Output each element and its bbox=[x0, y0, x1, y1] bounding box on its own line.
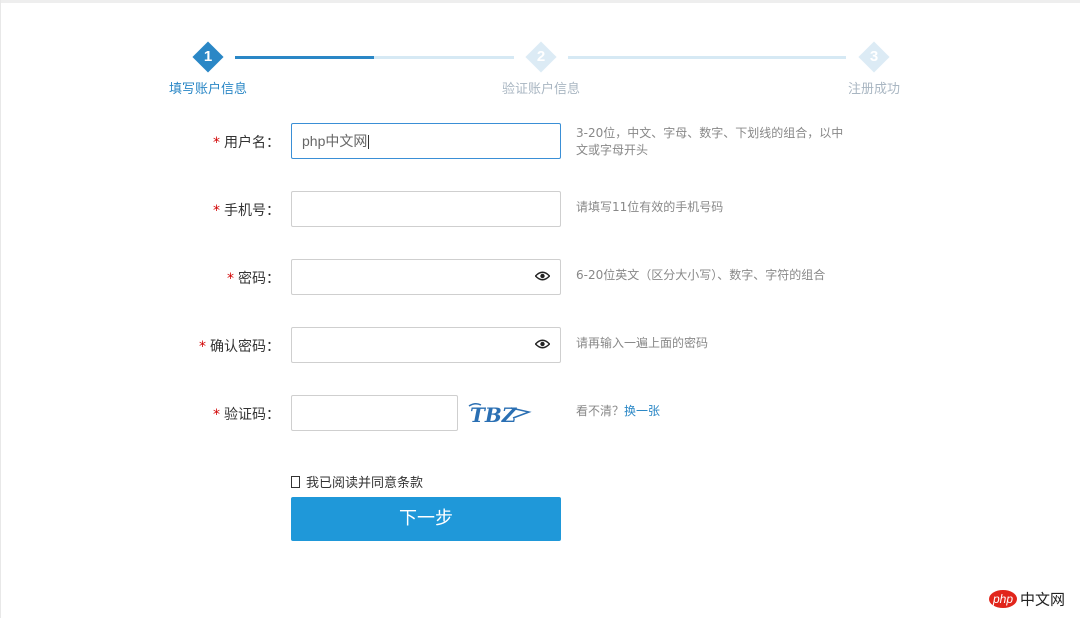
step-3-label: 注册成功 bbox=[848, 82, 901, 97]
required-mark: * bbox=[213, 203, 220, 219]
progress-track-empty bbox=[568, 56, 846, 59]
step-3-number: 3 bbox=[869, 48, 879, 65]
required-mark: * bbox=[199, 339, 206, 355]
phone-hint: 请填写11位有效的手机号码 bbox=[576, 200, 724, 214]
step-2-number: 2 bbox=[536, 48, 546, 65]
confirm-password-hint: 请再输入一遍上面的密码 bbox=[576, 336, 709, 350]
agree-checkbox[interactable] bbox=[291, 476, 300, 488]
phone-input[interactable] bbox=[291, 191, 561, 227]
username-input[interactable]: php中文网 bbox=[291, 123, 561, 159]
next-step-button[interactable]: 下一步 bbox=[291, 497, 561, 541]
text-caret bbox=[368, 135, 370, 150]
show-password-eye-icon[interactable] bbox=[535, 339, 550, 349]
captcha-label: * 验证码： bbox=[213, 407, 280, 423]
svg-text:php: php bbox=[992, 592, 1013, 606]
captcha-image[interactable]: TBZ bbox=[467, 398, 535, 428]
password-label: * 密码： bbox=[227, 271, 280, 287]
step-2-label: 验证账户信息 bbox=[502, 82, 581, 97]
top-border bbox=[0, 0, 1080, 3]
confirm-password-label: * 确认密码： bbox=[199, 339, 280, 355]
step-1-label: 填写账户信息 bbox=[169, 82, 248, 97]
username-hint: 3-20位，中文、字母、数字、下划线的组合，以中文或字母开头 bbox=[576, 126, 844, 157]
required-mark: * bbox=[213, 407, 220, 423]
captcha-input[interactable] bbox=[291, 395, 458, 431]
php-cn-logo: php 中文网 bbox=[989, 590, 1065, 609]
progress-track-empty bbox=[374, 56, 514, 59]
required-mark: * bbox=[227, 271, 234, 287]
confirm-password-input[interactable] bbox=[291, 327, 561, 363]
svg-text:中文网: 中文网 bbox=[1020, 591, 1065, 609]
username-label: * 用户名： bbox=[213, 135, 280, 151]
password-input[interactable] bbox=[291, 259, 561, 295]
step-progress: 1 填写账户信息 2 验证账户信息 3 注册成功 bbox=[0, 40, 1080, 100]
progress-track-filled bbox=[235, 56, 374, 59]
show-password-eye-icon[interactable] bbox=[535, 271, 550, 281]
agree-terms[interactable]: 我已阅读并同意条款 bbox=[291, 472, 423, 491]
step-1-number: 1 bbox=[203, 48, 213, 65]
captcha-hint: 看不清？换一张 bbox=[576, 404, 661, 418]
svg-text:TBZ: TBZ bbox=[470, 403, 518, 427]
required-mark: * bbox=[213, 135, 220, 151]
refresh-captcha-link[interactable]: 换一张 bbox=[624, 404, 660, 418]
phone-label: * 手机号： bbox=[213, 203, 280, 219]
password-hint: 6-20位英文（区分大小写）、数字、字符的组合 bbox=[576, 268, 826, 282]
